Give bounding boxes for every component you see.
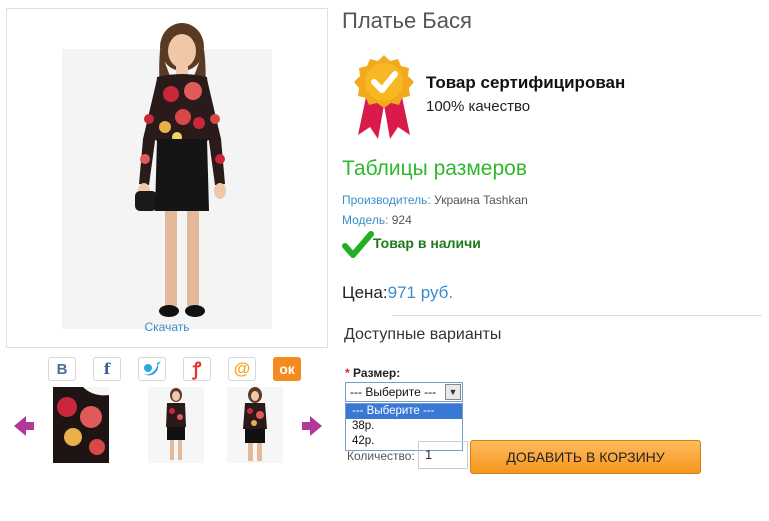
model-row: Модель: 924 bbox=[342, 213, 412, 227]
quantity-label: Количество: bbox=[347, 449, 415, 463]
certificate-subtitle: 100% качество bbox=[426, 98, 531, 115]
manufacturer-row: Производитель: Украина Tashkan bbox=[342, 193, 528, 207]
price-value: 971 руб. bbox=[387, 283, 454, 302]
add-to-cart-button[interactable]: ДОБАВИТЬ В КОРЗИНУ bbox=[470, 440, 701, 474]
size-label: * Размер: bbox=[345, 366, 400, 380]
size-option[interactable]: 38р. bbox=[346, 419, 462, 434]
required-star: * bbox=[345, 366, 350, 380]
size-label-text: Размер: bbox=[353, 366, 401, 380]
next-arrow-icon[interactable] bbox=[300, 414, 324, 438]
thumbnail-1[interactable] bbox=[53, 387, 109, 463]
dress-model-image bbox=[135, 23, 226, 317]
quantity-input[interactable]: 1 bbox=[418, 441, 468, 469]
twitter-icon[interactable] bbox=[138, 357, 166, 381]
model-value: 924 bbox=[391, 213, 412, 227]
size-select-value: --- Выберите --- bbox=[350, 385, 437, 399]
download-link[interactable]: Скачать bbox=[7, 320, 327, 334]
facebook-icon[interactable]: f bbox=[93, 357, 121, 381]
mailru-icon[interactable]: @ bbox=[228, 357, 256, 381]
price-line: Цена:971 руб. bbox=[342, 283, 453, 303]
checkmark-icon bbox=[342, 231, 374, 258]
manufacturer-label[interactable]: Производитель: bbox=[342, 193, 431, 207]
certificate-badge-icon bbox=[354, 55, 414, 139]
stock-status: Товар в наличи bbox=[373, 235, 481, 251]
size-select[interactable]: --- Выберите --- ▼ bbox=[345, 382, 463, 402]
odnoklassniki-icon[interactable]: ꝭ bbox=[183, 357, 211, 381]
model-label: Модель: bbox=[342, 213, 389, 227]
manufacturer-value: Украина Tashkan bbox=[434, 193, 528, 207]
previous-arrow-icon[interactable] bbox=[12, 414, 36, 438]
divider bbox=[392, 315, 762, 316]
ok-icon[interactable]: ок bbox=[273, 357, 301, 381]
size-table-link[interactable]: Таблицы размеров bbox=[342, 157, 527, 181]
size-option[interactable]: --- Выберите --- bbox=[346, 404, 462, 419]
chevron-down-icon[interactable]: ▼ bbox=[445, 384, 461, 400]
variants-heading: Доступные варианты bbox=[344, 326, 502, 343]
certificate-title: Товар сертифицирован bbox=[426, 73, 626, 92]
price-label: Цена: bbox=[342, 283, 388, 302]
thumbnail-3[interactable] bbox=[227, 387, 283, 463]
vk-icon[interactable]: В bbox=[48, 357, 76, 381]
main-product-image[interactable]: Скачать bbox=[6, 8, 328, 348]
thumbnail-2[interactable] bbox=[148, 387, 204, 463]
product-title: Платье Бася bbox=[342, 8, 472, 33]
